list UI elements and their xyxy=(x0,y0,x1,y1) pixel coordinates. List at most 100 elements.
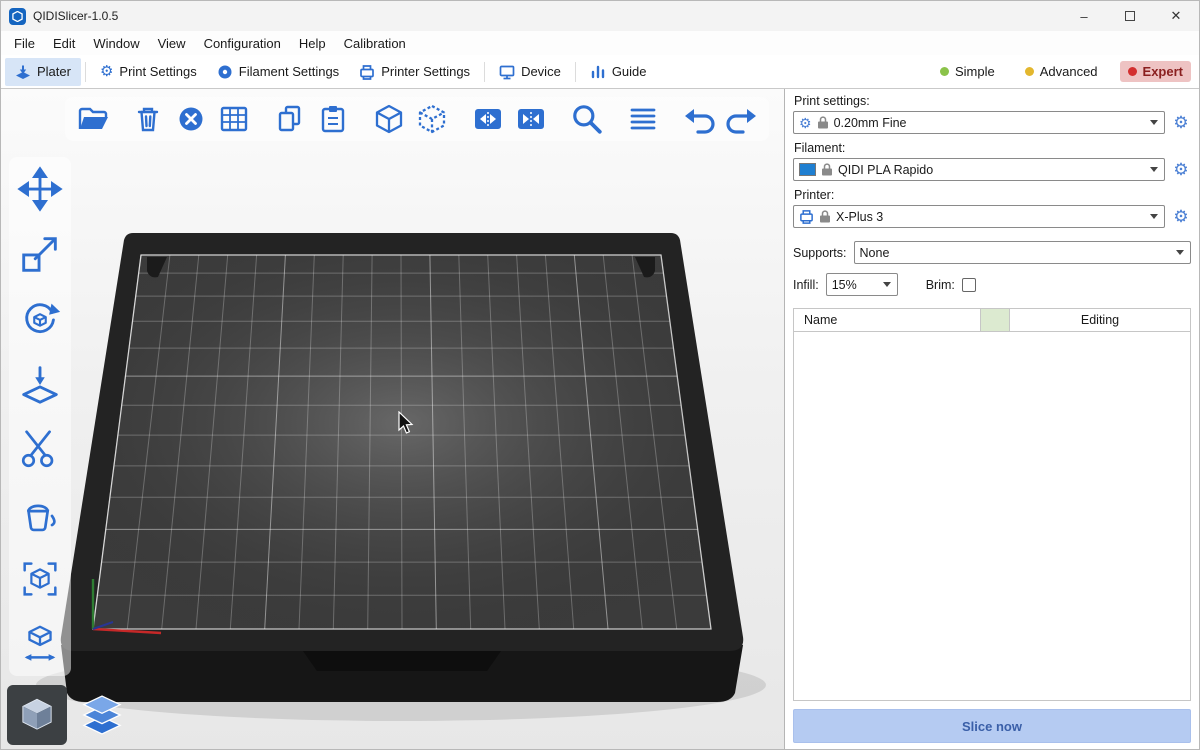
lock-icon xyxy=(822,163,832,176)
redo-button[interactable] xyxy=(725,102,759,136)
filament-select[interactable]: QIDI PLA Rapido xyxy=(793,158,1165,181)
editing-column-header[interactable]: Editing xyxy=(1010,309,1190,331)
cut-tool-button[interactable] xyxy=(14,425,66,473)
copy-icon xyxy=(274,103,306,135)
filament-gear-button[interactable]: ⚙ xyxy=(1171,161,1191,178)
undo-button[interactable] xyxy=(682,102,716,136)
measure-icon xyxy=(17,621,63,667)
layers-stack-icon xyxy=(77,690,127,740)
guide-icon xyxy=(590,64,606,80)
print-settings-gear-button[interactable]: ⚙ xyxy=(1171,114,1191,131)
minimize-button[interactable]: – xyxy=(1061,1,1107,31)
printer-select[interactable]: X-Plus 3 xyxy=(793,205,1165,228)
printer-gear-button[interactable]: ⚙ xyxy=(1171,208,1191,225)
menu-edit[interactable]: Edit xyxy=(44,33,84,54)
tabbar: Plater ⚙ Print Settings Filament Setting… xyxy=(1,55,1199,89)
measure-tool-button[interactable] xyxy=(14,620,66,668)
tab-print-settings[interactable]: ⚙ Print Settings xyxy=(90,58,207,85)
menu-help[interactable]: Help xyxy=(290,33,335,54)
place-on-face-icon xyxy=(17,361,63,407)
app-logo-icon xyxy=(9,8,26,25)
view-mode-buttons xyxy=(7,685,132,745)
menu-view[interactable]: View xyxy=(149,33,195,54)
close-button[interactable]: ✕ xyxy=(1153,1,1199,31)
trash-icon xyxy=(132,103,164,135)
paste-button[interactable] xyxy=(316,102,350,136)
device-icon xyxy=(499,64,515,80)
paint-tool-button[interactable] xyxy=(14,490,66,538)
variable-layer-height-button[interactable] xyxy=(626,102,660,136)
extruder-column-header[interactable] xyxy=(980,309,1010,331)
filament-color-swatch xyxy=(799,163,816,176)
tab-plater[interactable]: Plater xyxy=(5,58,81,86)
tab-guide[interactable]: Guide xyxy=(580,58,657,86)
tab-label: Print Settings xyxy=(119,64,196,79)
name-column-header[interactable]: Name xyxy=(794,309,980,331)
tab-label: Guide xyxy=(612,64,647,79)
split-to-objects-button[interactable] xyxy=(471,102,505,136)
copy-button[interactable] xyxy=(273,102,307,136)
dropdown-arrow-icon xyxy=(1150,214,1158,219)
redo-arrow-icon xyxy=(726,103,758,135)
expert-mode-dot-icon xyxy=(1128,67,1137,76)
mode-expert[interactable]: Expert xyxy=(1120,61,1191,82)
supports-select[interactable]: None xyxy=(854,241,1191,264)
print-settings-select[interactable]: ⚙ 0.20mm Fine xyxy=(793,111,1165,134)
gizmo-toolbar xyxy=(9,157,71,676)
menu-configuration[interactable]: Configuration xyxy=(195,33,290,54)
add-instance-button[interactable] xyxy=(372,102,406,136)
circle-x-icon xyxy=(175,103,207,135)
rotate-icon xyxy=(17,296,63,342)
undo-arrow-icon xyxy=(683,103,715,135)
maximize-button[interactable] xyxy=(1107,1,1153,31)
filament-label: Filament: xyxy=(794,141,1191,155)
3d-editor-view-button[interactable] xyxy=(7,685,67,745)
print-settings-label: Print settings: xyxy=(794,94,1191,108)
split-to-parts-button[interactable] xyxy=(514,102,548,136)
delete-all-button[interactable] xyxy=(174,102,208,136)
brim-checkbox[interactable] xyxy=(962,278,976,292)
mode-switcher: Simple Advanced Expert xyxy=(932,61,1191,82)
tab-device[interactable]: Device xyxy=(489,58,571,86)
plater-toolbar xyxy=(65,97,769,141)
mode-label: Simple xyxy=(955,64,995,79)
brim-label: Brim: xyxy=(926,278,955,292)
mode-simple[interactable]: Simple xyxy=(932,61,1003,82)
object-list[interactable] xyxy=(793,332,1191,701)
mode-label: Expert xyxy=(1143,64,1183,79)
arrange-button[interactable] xyxy=(217,102,251,136)
remove-instance-button[interactable] xyxy=(415,102,449,136)
scale-tool-button[interactable] xyxy=(14,230,66,278)
open-file-button[interactable] xyxy=(75,102,109,136)
infill-select[interactable]: 15% xyxy=(826,273,898,296)
search-button[interactable] xyxy=(570,102,604,136)
move-tool-button[interactable] xyxy=(14,165,66,213)
rotate-tool-button[interactable] xyxy=(14,295,66,343)
split-parts-icon xyxy=(515,103,547,135)
viewport-3d[interactable] xyxy=(1,89,784,749)
arrange-grid-icon xyxy=(218,103,250,135)
delete-button[interactable] xyxy=(131,102,165,136)
3d-cube-icon xyxy=(15,693,59,737)
dropdown-arrow-icon xyxy=(1150,120,1158,125)
tab-filament-settings[interactable]: Filament Settings xyxy=(207,58,349,86)
mode-advanced[interactable]: Advanced xyxy=(1017,61,1106,82)
split-objects-icon xyxy=(472,103,504,135)
printer-settings-icon xyxy=(359,64,375,80)
tab-separator xyxy=(575,62,576,82)
place-on-face-tool-button[interactable] xyxy=(14,360,66,408)
add-instance-cube-icon xyxy=(373,103,405,135)
emboss-tool-button[interactable] xyxy=(14,555,66,603)
preview-view-button[interactable] xyxy=(72,685,132,745)
tab-printer-settings[interactable]: Printer Settings xyxy=(349,58,480,86)
menu-window[interactable]: Window xyxy=(84,33,148,54)
dropdown-arrow-icon xyxy=(883,282,891,287)
print-bed xyxy=(1,89,784,749)
slice-now-button[interactable]: Slice now xyxy=(793,709,1191,743)
menu-calibration[interactable]: Calibration xyxy=(335,33,415,54)
menu-file[interactable]: File xyxy=(5,33,44,54)
search-icon xyxy=(570,101,604,137)
tab-label: Plater xyxy=(37,64,71,79)
printer-value: X-Plus 3 xyxy=(836,210,883,224)
mode-label: Advanced xyxy=(1040,64,1098,79)
